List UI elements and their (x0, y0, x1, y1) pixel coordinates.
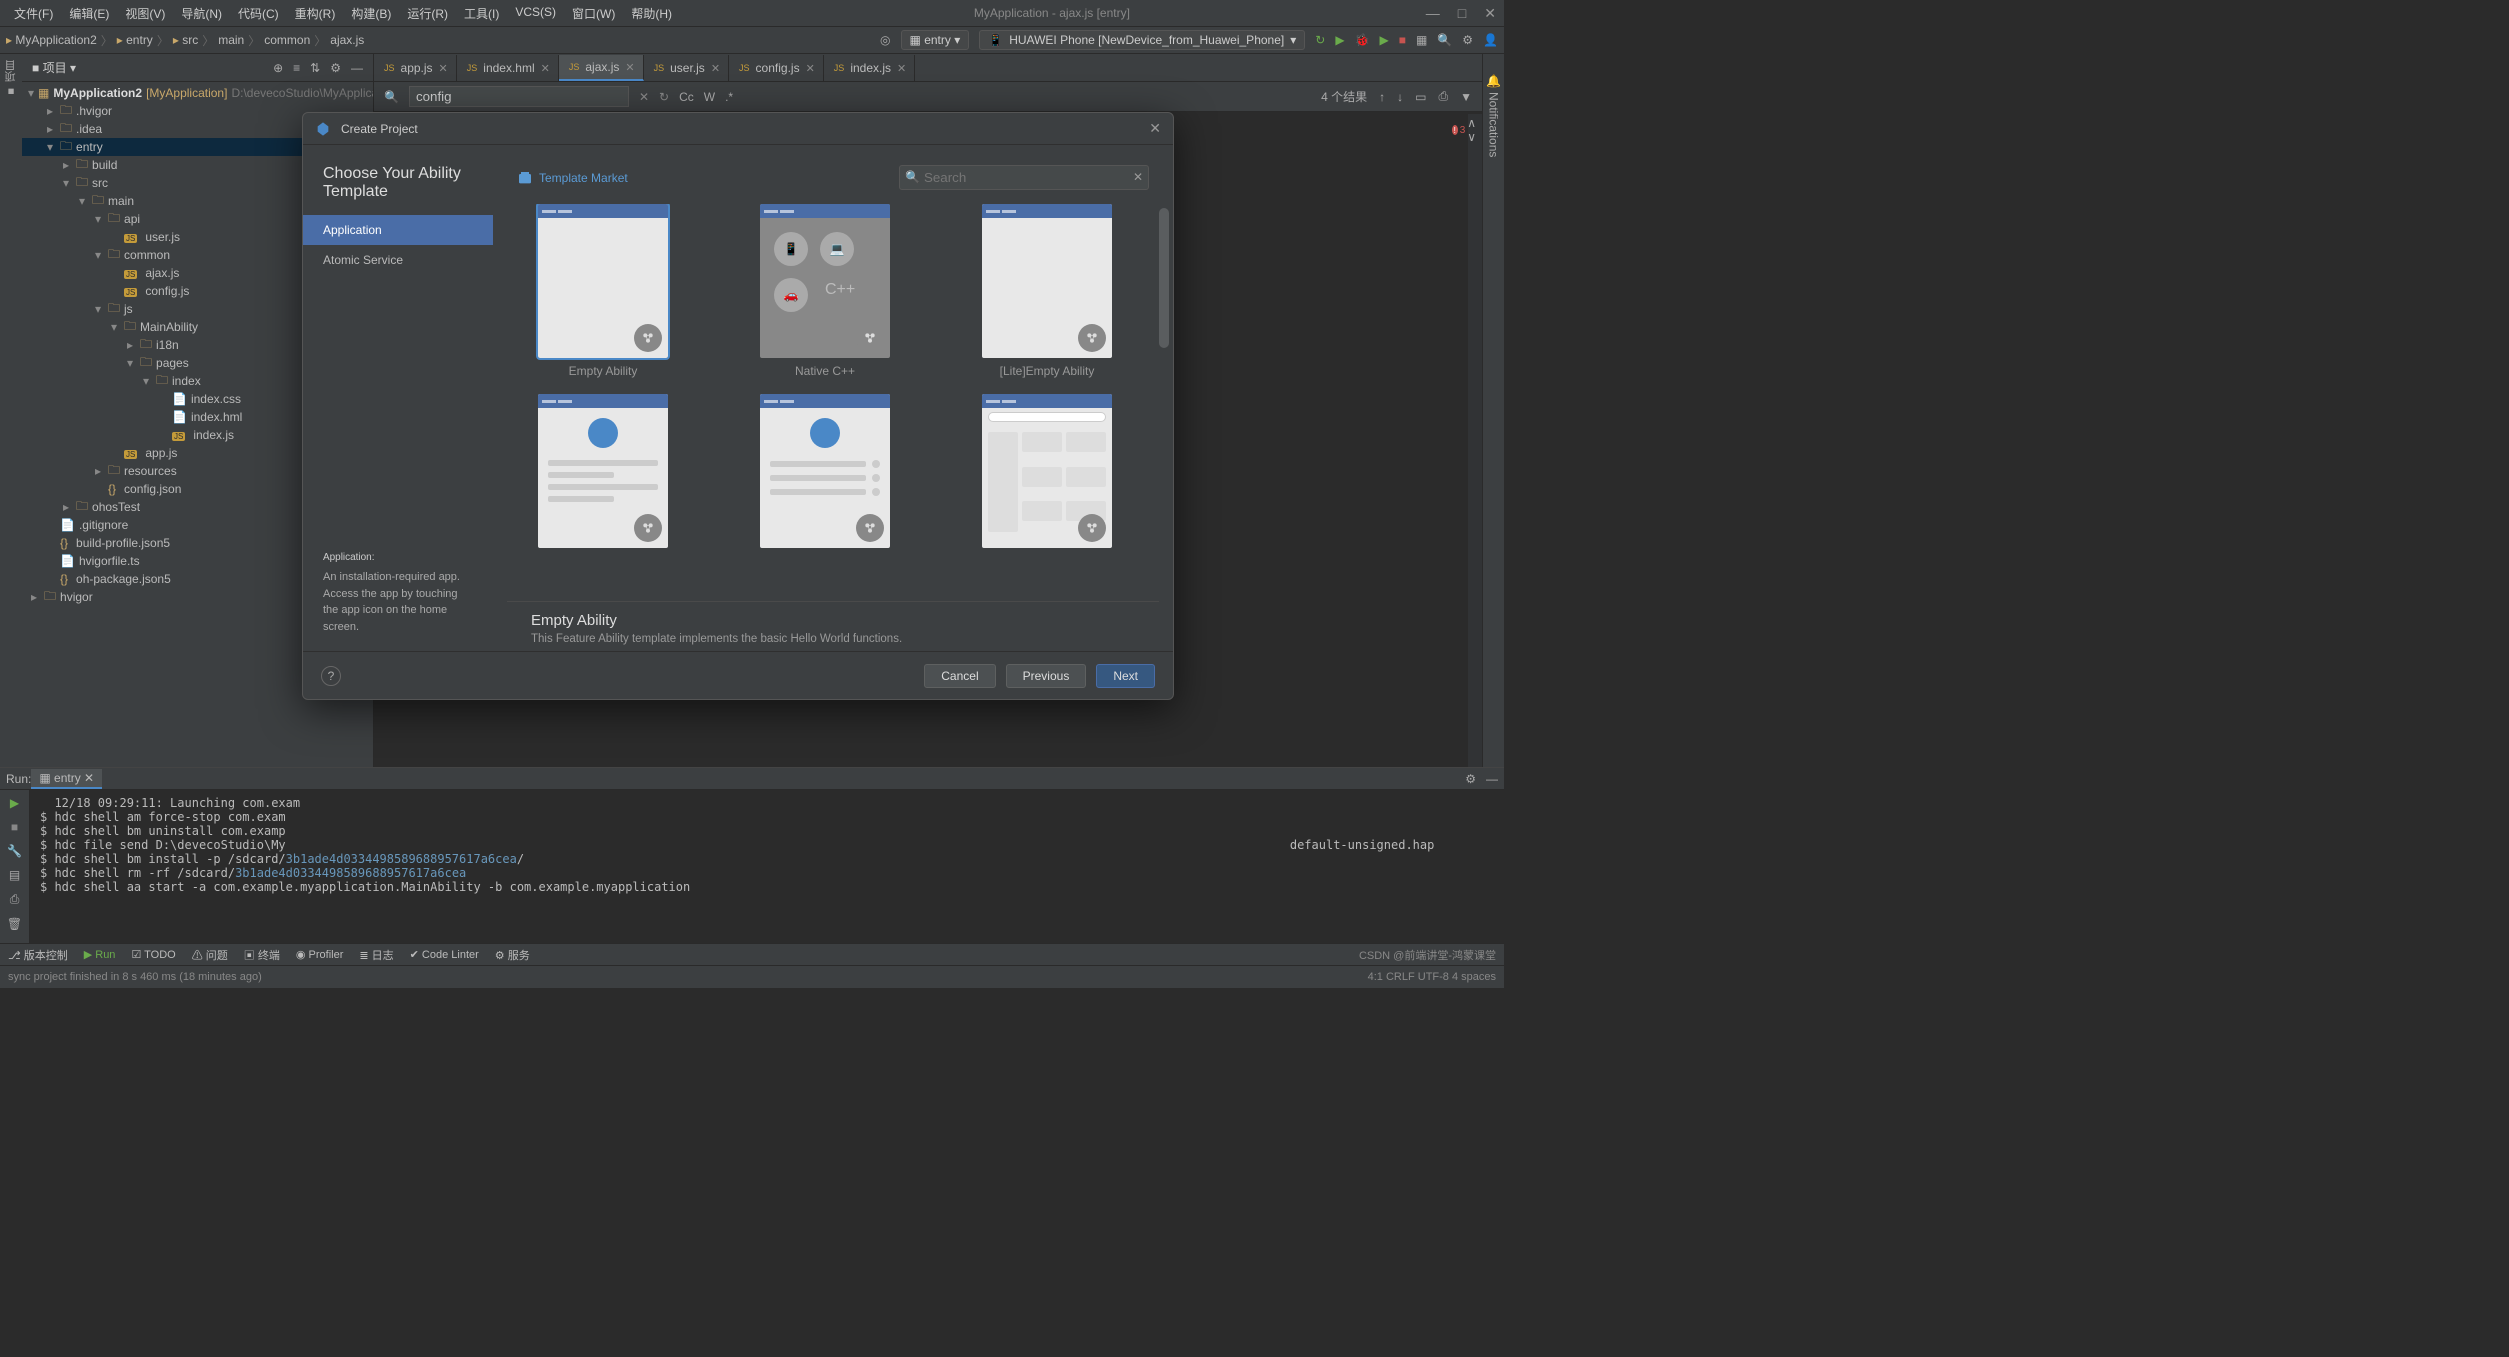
tool-button[interactable]: ⎇ 版本控制 (8, 947, 68, 963)
status-bar: sync project finished in 8 s 460 ms (18 … (0, 965, 1504, 988)
category-desc-title: Application: (323, 552, 473, 563)
template-heading: Choose Your Ability Template (303, 165, 493, 215)
template-label: [Lite]Empty Ability (1000, 364, 1095, 378)
template-card[interactable] (961, 394, 1133, 554)
template-market-link[interactable]: Template Market (517, 170, 628, 186)
scrollbar[interactable] (1159, 204, 1169, 601)
export-icon[interactable]: ⎙ (10, 892, 20, 907)
previous-button[interactable]: Previous (1006, 664, 1087, 688)
next-button[interactable]: Next (1096, 664, 1155, 688)
trash-icon[interactable]: 🗑 (7, 917, 22, 931)
template-category[interactable]: Application (303, 215, 493, 245)
console-line: $ hdc shell bm uninstall com.examp (40, 824, 1494, 838)
tool-button[interactable]: ▶ Run (84, 948, 116, 961)
template-card[interactable]: 📱💻🚗C++Native C++ (739, 204, 911, 378)
tool-button[interactable]: ⚙ 服务 (495, 947, 530, 963)
template-card[interactable]: Empty Ability (517, 204, 689, 378)
editor-status: 4:1 CRLF UTF-8 4 spaces (1368, 971, 1496, 983)
console-line: $ hdc shell am force-stop com.exam (40, 810, 1494, 824)
run-side-toolbar: ▶ ■ 🔧 ▤ ⎙ 🗑 (0, 790, 30, 943)
tool-button[interactable]: ⚠ 问题 (192, 947, 228, 963)
template-label: Native C++ (795, 364, 855, 378)
wrench-icon[interactable]: 🔧 (7, 844, 22, 858)
clear-icon[interactable]: ✕ (1133, 170, 1143, 184)
dialog-title: Create Project (341, 122, 418, 136)
template-card[interactable] (517, 394, 689, 554)
cancel-button[interactable]: Cancel (924, 664, 995, 688)
search-icon: 🔍 (905, 170, 920, 184)
template-search-input[interactable] (899, 165, 1149, 190)
console-line: $ hdc file send D:\devecoStudio\My defau… (40, 838, 1494, 852)
template-category[interactable]: Atomic Service (303, 245, 493, 275)
deveco-logo-icon (315, 121, 331, 137)
template-label: Empty Ability (569, 364, 638, 378)
help-icon[interactable]: ? (321, 666, 341, 686)
watermark: CSDN @前端讲堂-鸿蒙课堂 (1359, 947, 1496, 963)
layout-icon[interactable]: ▤ (9, 868, 20, 882)
template-detail-desc: This Feature Ability template implements… (531, 633, 1135, 645)
tool-button[interactable]: ✔ Code Linter (410, 948, 479, 961)
create-project-dialog: Create Project ✕ Choose Your Ability Tem… (302, 112, 1174, 700)
template-card[interactable]: [Lite]Empty Ability (961, 204, 1133, 378)
console-line: $ hdc shell bm install -p /sdcard/3b1ade… (40, 852, 1494, 866)
tool-button[interactable]: ≣ 日志 (359, 947, 393, 963)
tool-button[interactable]: ◉ Profiler (296, 948, 344, 961)
stop-icon[interactable]: ■ (11, 820, 18, 834)
console-line: $ hdc shell rm -rf /sdcard/3b1ade4d03344… (40, 866, 1494, 880)
console-line: $ hdc shell aa start -a com.example.myap… (40, 880, 1494, 894)
category-desc-body: An installation-required app. Access the… (323, 569, 473, 635)
template-card[interactable] (739, 394, 911, 554)
status-message: sync project finished in 8 s 460 ms (18 … (8, 971, 262, 983)
close-icon[interactable]: ✕ (1149, 120, 1161, 137)
tool-button[interactable]: ▣ 终端 (244, 947, 280, 963)
run-console[interactable]: 12/18 09:29:11: Launching com.exam$ hdc … (30, 790, 1504, 943)
tool-button[interactable]: ☑ TODO (131, 948, 175, 961)
tool-buttons-bar: ⎇ 版本控制 ▶ Run ☑ TODO ⚠ 问题 ▣ 终端 ◉ Profiler ≣ 日志 ✔… (0, 943, 1504, 965)
template-detail-title: Empty Ability (531, 612, 1135, 629)
